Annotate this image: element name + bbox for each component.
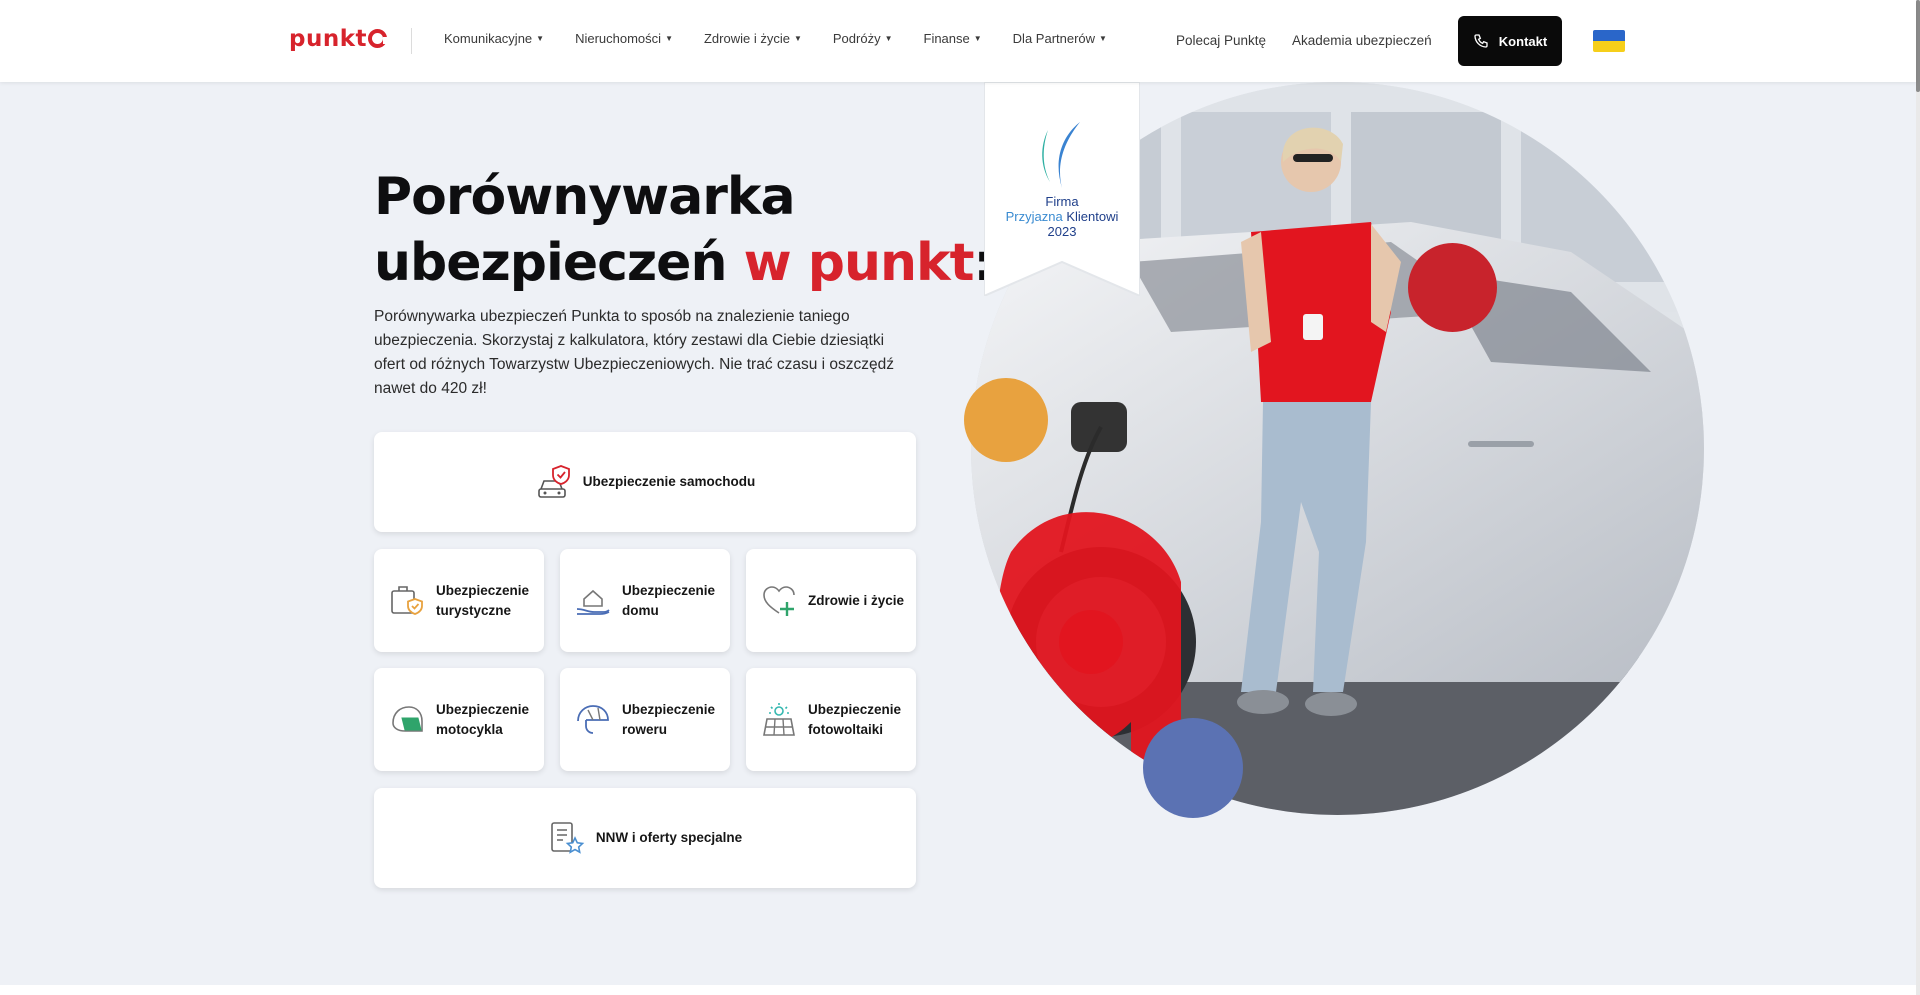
product-card-nnw[interactable]: NNW i oferty specjalne bbox=[374, 788, 916, 888]
product-label: Ubezpieczenie roweru bbox=[622, 701, 716, 737]
nav-item-zdrowie[interactable]: Zdrowie i życie ▼ bbox=[704, 31, 802, 46]
nav-label: Komunikacyjne bbox=[444, 31, 533, 46]
section-divider bbox=[0, 985, 1916, 995]
car-shield-icon bbox=[535, 463, 573, 501]
product-label: Ubezpieczenie turystyczne bbox=[436, 582, 530, 618]
title-line-1: Porównywarka bbox=[374, 167, 796, 227]
logo-text: punkt bbox=[289, 26, 368, 52]
caret-down-icon: ▼ bbox=[793, 34, 802, 43]
nav-item-dla-partnerow[interactable]: Dla Partnerów ▼ bbox=[1013, 31, 1107, 46]
logo-o-mark bbox=[368, 29, 389, 48]
product-card-bike[interactable]: Ubezpieczenie roweru bbox=[560, 668, 730, 771]
house-hand-icon bbox=[574, 582, 612, 620]
product-label: Zdrowie i życie bbox=[808, 592, 905, 608]
caret-down-icon: ▼ bbox=[1099, 34, 1107, 43]
product-label: Ubezpieczenie domu bbox=[622, 582, 716, 618]
product-card-home[interactable]: Ubezpieczenie domu bbox=[560, 549, 730, 652]
caret-down-icon: ▼ bbox=[536, 34, 545, 43]
nav-label: Zdrowie i życie bbox=[703, 31, 790, 46]
link-akademia-ubezpieczen[interactable]: Akademia ubezpieczeń bbox=[1292, 33, 1432, 48]
nav-label: Nieruchomości bbox=[575, 31, 662, 46]
page-scrollbar[interactable] bbox=[1916, 0, 1920, 995]
suitcase-shield-icon bbox=[388, 582, 426, 620]
product-label: Ubezpieczenie samochodu bbox=[582, 474, 756, 489]
site-header: punkt Komunikacyjne ▼ Nieruchomości ▼ Zdro… bbox=[0, 0, 1916, 82]
link-polecaj-punkte[interactable]: Polecaj Punktę bbox=[1176, 33, 1266, 48]
product-card-travel[interactable]: Ubezpieczenie turystyczne bbox=[374, 549, 544, 652]
caret-down-icon: ▼ bbox=[665, 34, 673, 43]
contact-button[interactable]: Kontakt bbox=[1458, 16, 1562, 66]
scrollbar-thumb[interactable] bbox=[1916, 0, 1920, 92]
award-badge-firma-przyjazna-klientowi: Firma Przyjazna Klientowi 2023 bbox=[983, 81, 1141, 298]
product-label: Ubezpieczenie motocykla bbox=[436, 701, 530, 737]
decorative-blue-dot bbox=[1143, 718, 1243, 818]
caret-down-icon: ▼ bbox=[973, 34, 982, 43]
nav-label: Dla Partnerów bbox=[1012, 31, 1096, 46]
award-line-2a: Przyjazna bbox=[1005, 209, 1063, 224]
decorative-orange-dot bbox=[964, 378, 1048, 462]
decorative-red-dot bbox=[1408, 243, 1497, 332]
nav-label: Podróży bbox=[832, 31, 881, 46]
award-line-1: Firma bbox=[1045, 194, 1079, 209]
nav-item-podrozy[interactable]: Podróży ▼ bbox=[833, 31, 893, 46]
caret-down-icon: ▼ bbox=[884, 34, 893, 43]
hero-lead-text: Porównywarka ubezpieczeń Punkta to sposó… bbox=[374, 308, 895, 397]
nav-item-nieruchomosci[interactable]: Nieruchomości ▼ bbox=[575, 31, 673, 46]
contact-button-label: Kontakt bbox=[1498, 33, 1548, 49]
product-card-solar[interactable]: Ubezpieczenie fotowoltaiki bbox=[746, 668, 916, 771]
title-line-2: ubezpieczeń bbox=[374, 233, 727, 293]
bike-helmet-icon bbox=[574, 701, 612, 739]
award-year: 2023 bbox=[1047, 224, 1077, 239]
award-line-2b: Klientowi bbox=[1066, 209, 1119, 224]
punkta-logo[interactable]: punkt bbox=[289, 26, 389, 52]
ukraine-flag-icon[interactable] bbox=[1593, 30, 1625, 52]
product-label: Ubezpieczenie fotowoltaiki bbox=[808, 701, 902, 737]
product-card-health[interactable]: Zdrowie i życie bbox=[746, 549, 916, 652]
motorcycle-helmet-icon bbox=[388, 701, 426, 739]
document-star-icon bbox=[548, 819, 586, 857]
header-divider bbox=[411, 28, 412, 54]
page-title: Porównywarka ubezpieczeń w punkt: bbox=[374, 164, 994, 296]
product-card-car[interactable]: Ubezpieczenie samochodu bbox=[374, 432, 916, 532]
phone-icon bbox=[1473, 33, 1489, 49]
nav-item-finanse[interactable]: Finanse ▼ bbox=[924, 31, 982, 46]
title-accent: w punkt bbox=[743, 233, 975, 293]
product-label: NNW i oferty specjalne bbox=[595, 830, 743, 845]
solar-panel-icon bbox=[760, 701, 798, 739]
nav-label: Finanse bbox=[923, 31, 970, 46]
main-nav: Komunikacyjne ▼ Nieruchomości ▼ Zdrowie i … bbox=[444, 31, 1138, 46]
heart-cross-icon bbox=[760, 582, 798, 620]
nav-item-komunikacyjne[interactable]: Komunikacyjne ▼ bbox=[444, 31, 544, 46]
product-card-motorcycle[interactable]: Ubezpieczenie motocykla bbox=[374, 668, 544, 771]
